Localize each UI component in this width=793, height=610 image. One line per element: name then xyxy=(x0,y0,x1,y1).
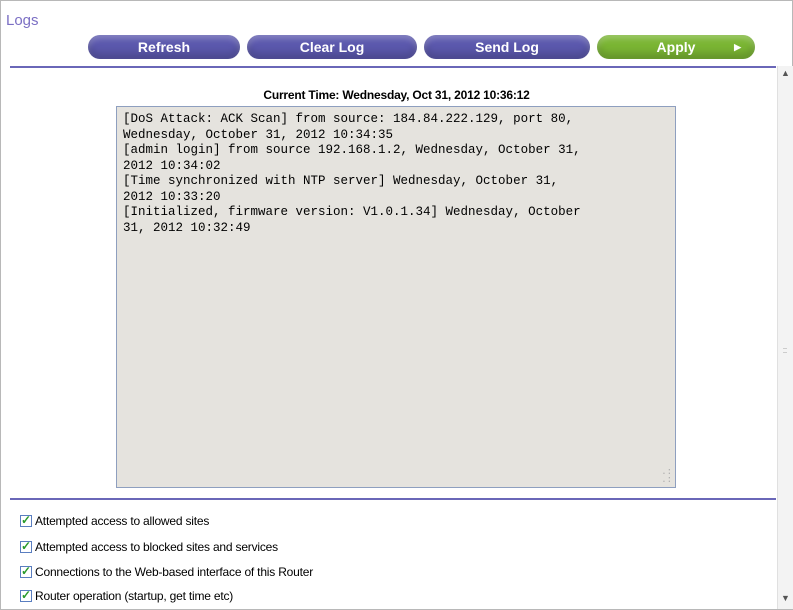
option-label: Router operation (startup, get time etc) xyxy=(35,589,234,603)
bottom-divider xyxy=(10,498,776,500)
option-web-connections[interactable]: ✓ Connections to the Web-based interface… xyxy=(20,564,314,579)
allowed-sites-checkbox[interactable]: ✓ xyxy=(20,513,32,527)
send-log-button-label: Send Log xyxy=(475,39,539,55)
send-log-button[interactable]: Send Log xyxy=(424,35,590,59)
option-label: Attempted access to allowed sites xyxy=(35,514,210,528)
log-textarea[interactable]: [DoS Attack: ACK Scan] from source: 184.… xyxy=(116,106,676,488)
scroll-down-icon[interactable]: ▼ xyxy=(781,593,790,603)
apply-button-label: Apply xyxy=(656,39,696,55)
apply-button[interactable]: Apply ▶ xyxy=(597,35,755,59)
option-label: Connections to the Web-based interface o… xyxy=(35,565,314,579)
log-text: [DoS Attack: ACK Scan] from source: 184.… xyxy=(123,112,581,235)
checkmark-icon: ✓ xyxy=(21,513,31,527)
arrow-right-icon: ▶ xyxy=(734,42,741,52)
refresh-button[interactable]: Refresh xyxy=(88,35,240,59)
option-blocked-sites[interactable]: ✓ Attempted access to blocked sites and … xyxy=(20,539,278,554)
checkmark-icon: ✓ xyxy=(21,539,31,553)
page-title: Logs xyxy=(6,12,39,29)
option-router-operation[interactable]: ✓ Router operation (startup, get time et… xyxy=(20,588,234,603)
router-operation-checkbox[interactable]: ✓ xyxy=(20,588,32,602)
clear-log-button[interactable]: Clear Log xyxy=(247,35,417,59)
blocked-sites-checkbox[interactable]: ✓ xyxy=(20,539,32,553)
refresh-button-label: Refresh xyxy=(137,39,191,55)
current-time: Current Time: Wednesday, Oct 31, 2012 10… xyxy=(263,88,530,102)
option-label: Attempted access to blocked sites and se… xyxy=(35,540,278,554)
web-connections-checkbox[interactable]: ✓ xyxy=(20,564,32,578)
option-allowed-sites[interactable]: ✓ Attempted access to allowed sites xyxy=(20,513,210,528)
scroll-up-icon[interactable]: ▲ xyxy=(781,68,790,78)
checkmark-icon: ✓ xyxy=(21,588,31,602)
resize-grip-icon[interactable]: .:.: xyxy=(661,468,672,485)
top-divider xyxy=(10,66,776,68)
checkmark-icon: ✓ xyxy=(21,564,31,578)
clear-log-button-label: Clear Log xyxy=(299,39,365,55)
scroll-thumb-grip[interactable] xyxy=(783,348,787,353)
vertical-scrollbar[interactable]: ▲ ▼ xyxy=(777,66,793,609)
